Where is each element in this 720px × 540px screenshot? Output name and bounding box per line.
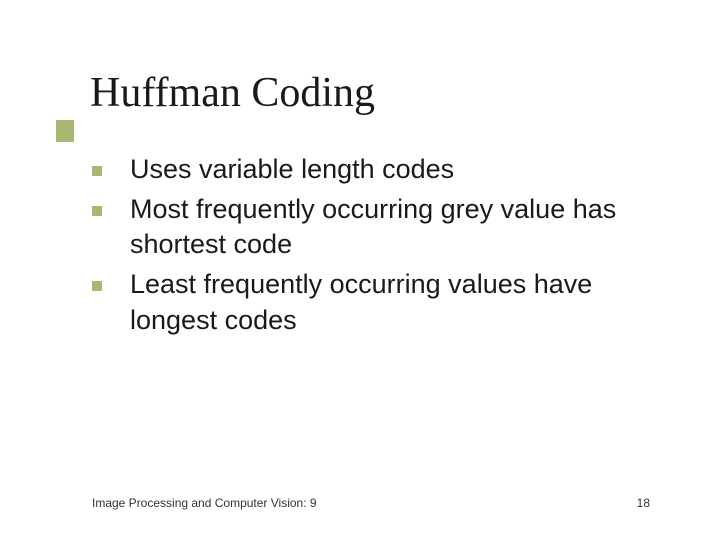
list-item: Most frequently occurring grey value has…: [92, 192, 660, 263]
bullet-text: Least frequently occurring values have l…: [130, 267, 660, 338]
title-container: Huffman Coding: [90, 70, 660, 116]
square-bullet-icon: [92, 206, 102, 216]
list-item: Uses variable length codes: [92, 152, 660, 188]
list-item: Least frequently occurring values have l…: [92, 267, 660, 338]
bullet-text: Most frequently occurring grey value has…: [130, 192, 660, 263]
square-bullet-icon: [92, 166, 102, 176]
bullet-text: Uses variable length codes: [130, 152, 660, 188]
page-number: 18: [637, 496, 650, 510]
footer-caption: Image Processing and Computer Vision: 9: [92, 496, 317, 510]
slide-title: Huffman Coding: [90, 70, 660, 116]
accent-bar: [56, 120, 74, 142]
square-bullet-icon: [92, 281, 102, 291]
bullet-list: Uses variable length codes Most frequent…: [90, 152, 660, 338]
slide: Huffman Coding Uses variable length code…: [0, 0, 720, 540]
